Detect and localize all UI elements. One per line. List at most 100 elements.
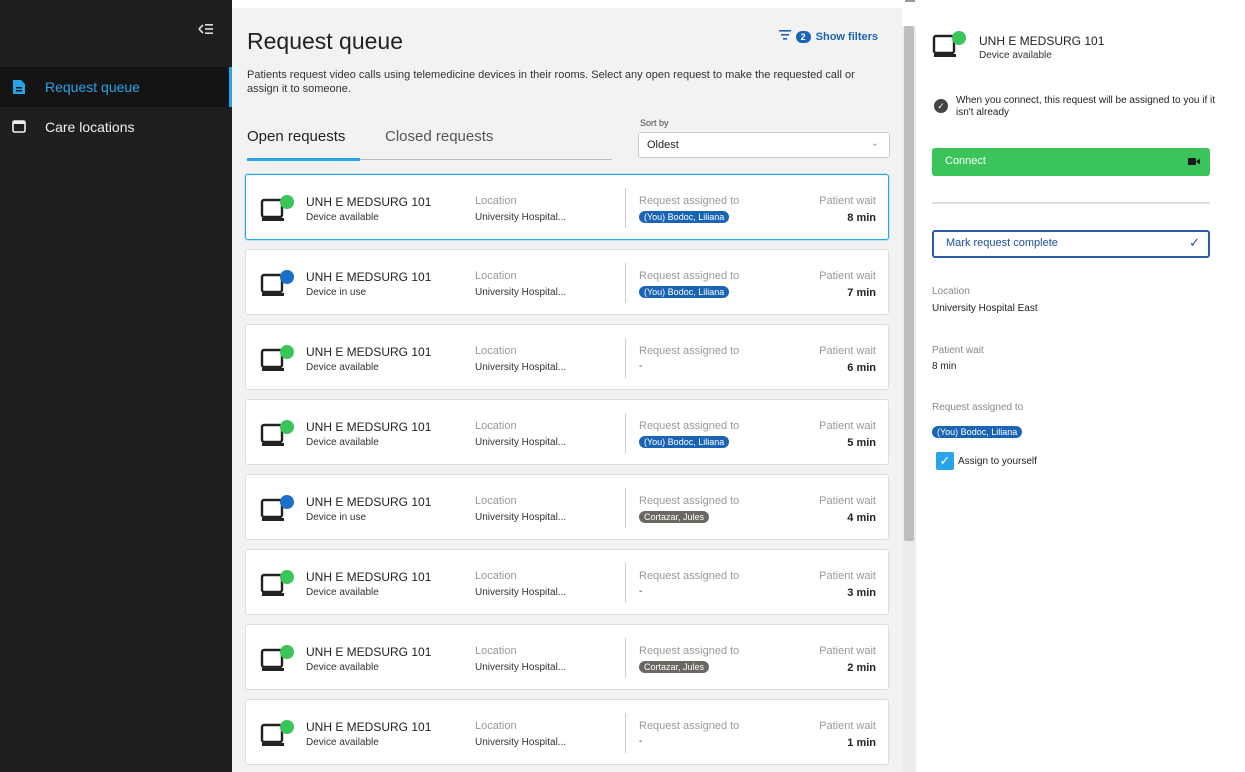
show-filters-button[interactable]: 2 Show filters [778, 30, 878, 43]
location-label: Location [475, 570, 517, 582]
detail-assigned-label: Request assigned to [932, 402, 1024, 413]
request-tabs: Open requests Closed requests [247, 118, 612, 161]
assign-to-yourself-checkbox[interactable]: ✓ Assign to yourself [936, 452, 1037, 470]
request-card[interactable]: UNH E MEDSURG 101 Device in use Location… [245, 249, 889, 315]
wait-label: Patient wait [819, 570, 876, 582]
device-icon [260, 267, 294, 299]
device-status: Device available [306, 587, 379, 598]
assignee-chip: (You) Bodoc, Liliana [639, 436, 730, 448]
tab-closed-requests[interactable]: Closed requests [385, 128, 493, 145]
assigned-label: Request assigned to [639, 195, 740, 207]
sort-select[interactable]: Oldest ⌄ [638, 132, 890, 158]
request-card[interactable]: UNH E MEDSURG 101 Device available Locat… [245, 624, 889, 690]
assigned-value: - [639, 736, 642, 747]
divider [625, 413, 626, 453]
check-circle-icon: ✓ [934, 99, 948, 113]
page-title: Request queue [247, 28, 404, 54]
connect-label: Connect [945, 155, 986, 167]
assign-to-yourself-label: Assign to yourself [958, 455, 1037, 467]
wait-value: 6 min [847, 362, 876, 374]
sidebar-item-request-queue[interactable]: Request queue [0, 67, 232, 107]
location-label: Location [475, 195, 517, 207]
request-queue-panel: Request queue 2 Show filters Patients re… [232, 8, 902, 772]
wait-value: 4 min [847, 512, 876, 524]
room-name: UNH E MEDSURG 101 [306, 270, 432, 284]
location-value: University Hospital... [475, 437, 567, 448]
wait-value: 5 min [847, 437, 876, 449]
assigned-value: - [639, 586, 642, 597]
wait-label: Patient wait [819, 645, 876, 657]
wait-label: Patient wait [819, 495, 876, 507]
assigned-value: Cortazar, Jules [639, 511, 710, 523]
request-card[interactable]: UNH E MEDSURG 101 Device available Locat… [245, 174, 889, 240]
room-name: UNH E MEDSURG 101 [306, 645, 432, 659]
request-card[interactable]: UNH E MEDSURG 101 Device available Locat… [245, 324, 889, 390]
assigned-label: Request assigned to [639, 720, 740, 732]
calendar-icon [12, 119, 28, 135]
location-label: Location [475, 420, 517, 432]
device-status: Device in use [306, 287, 367, 298]
document-icon [12, 79, 28, 95]
device-status: Device available [306, 362, 379, 373]
location-value: University Hospital... [475, 587, 567, 598]
wait-label: Patient wait [819, 420, 876, 432]
divider [625, 488, 626, 528]
location-label: Location [475, 720, 517, 732]
divider [932, 202, 1210, 204]
scrollbar-thumb[interactable] [904, 26, 914, 541]
divider [625, 263, 626, 303]
device-status: Device available [306, 437, 379, 448]
assignee-chip: Cortazar, Jules [639, 661, 710, 673]
request-card[interactable]: UNH E MEDSURG 101 Device in use Location… [245, 474, 889, 540]
detail-location-value: University Hospital East [932, 303, 1038, 314]
scrollbar[interactable] [902, 26, 916, 772]
device-status: Device available [306, 737, 379, 748]
divider [625, 638, 626, 678]
assignee-chip: - [639, 361, 643, 372]
detail-wait-label: Patient wait [932, 345, 984, 356]
wait-value: 3 min [847, 587, 876, 599]
assignee-chip: - [639, 736, 643, 747]
connect-button[interactable]: Connect [932, 148, 1210, 176]
sort-value: Oldest [647, 139, 679, 151]
request-card[interactable]: UNH E MEDSURG 101 Device available Locat… [245, 699, 889, 765]
device-icon [260, 717, 294, 749]
room-name: UNH E MEDSURG 101 [306, 345, 432, 359]
assigned-value: (You) Bodoc, Liliana [639, 286, 730, 298]
device-icon [260, 192, 294, 224]
location-value: University Hospital... [475, 662, 567, 673]
assigned-label: Request assigned to [639, 645, 740, 657]
divider [625, 338, 626, 378]
chevron-down-icon: ⌄ [870, 138, 879, 149]
connect-info-text: When you connect, this request will be a… [956, 95, 1216, 118]
assigned-value: - [639, 361, 642, 372]
sidebar-item-label: Request queue [45, 79, 140, 95]
show-filters-label: Show filters [815, 30, 878, 43]
sidebar-item-label: Care locations [45, 119, 135, 135]
sidebar: Request queue Care locations [0, 0, 232, 772]
location-value: University Hospital... [475, 212, 567, 223]
assigned-label: Request assigned to [639, 345, 740, 357]
assigned-label: Request assigned to [639, 420, 740, 432]
room-name: UNH E MEDSURG 101 [306, 420, 432, 434]
sidebar-item-care-locations[interactable]: Care locations [0, 107, 232, 147]
detail-assigned-chip: (You) Bodoc, Liliana [932, 426, 1023, 438]
collapse-sidebar-icon[interactable] [198, 22, 214, 36]
room-name: UNH E MEDSURG 101 [306, 720, 432, 734]
location-value: University Hospital... [475, 512, 567, 523]
request-card[interactable]: UNH E MEDSURG 101 Device available Locat… [245, 549, 889, 615]
location-label: Location [475, 345, 517, 357]
request-detail-panel: UNH E MEDSURG 101 Device available ✓ Whe… [916, 0, 1245, 772]
location-label: Location [475, 495, 517, 507]
request-card[interactable]: UNH E MEDSURG 101 Device available Locat… [245, 399, 889, 465]
assignee-chip: - [639, 586, 643, 597]
video-camera-icon [1188, 157, 1200, 166]
checkbox-checked-icon[interactable]: ✓ [936, 452, 954, 470]
assignee-chip: Cortazar, Jules [639, 511, 710, 523]
tab-open-requests[interactable]: Open requests [247, 128, 345, 145]
wait-label: Patient wait [819, 270, 876, 282]
assigned-value: Cortazar, Jules [639, 661, 710, 673]
assigned-value: (You) Bodoc, Liliana [639, 436, 730, 448]
mark-request-complete-button[interactable]: Mark request complete ✓ [932, 230, 1210, 258]
page-description: Patients request video calls using telem… [247, 69, 855, 95]
